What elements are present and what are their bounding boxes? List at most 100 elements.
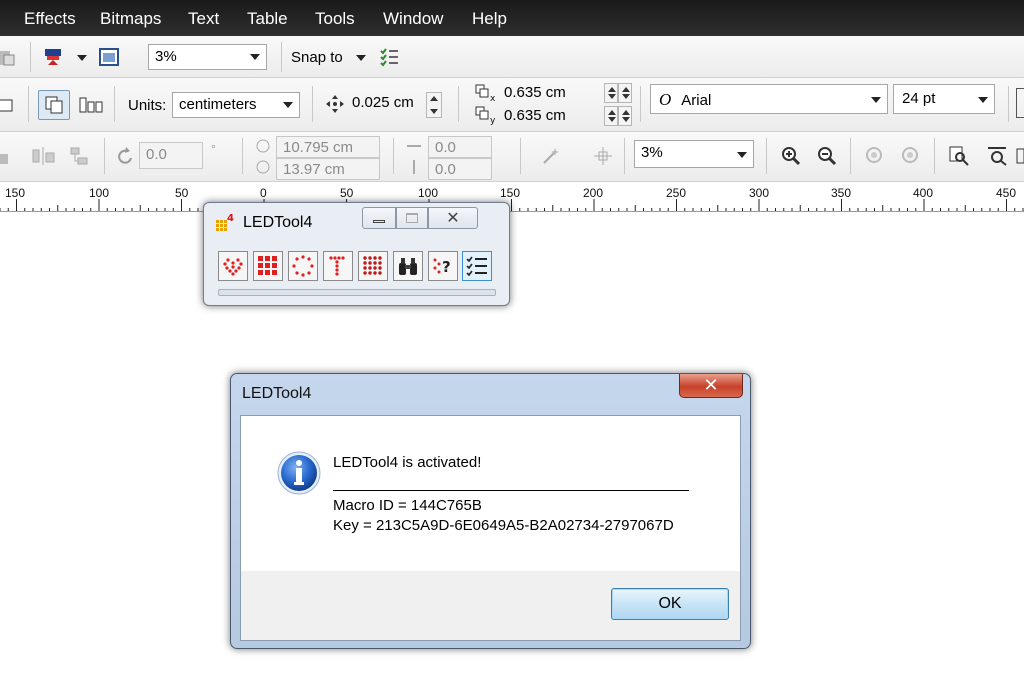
all-pages-button[interactable] xyxy=(38,90,70,120)
separator xyxy=(114,86,115,122)
zoom-selected-icon xyxy=(866,147,882,163)
led-help-button[interactable]: ? xyxy=(428,251,458,281)
export-icon[interactable] xyxy=(42,46,64,68)
skew-vertical-field[interactable]: 0.0 xyxy=(428,158,492,180)
zoom-height-icon-partial[interactable] xyxy=(1016,145,1024,167)
zoom-all-icon xyxy=(902,147,918,163)
ledtool-toolbar-window: 4 LEDTool4 ✕ ? xyxy=(203,202,510,306)
object-height-value: 13.97 cm xyxy=(283,161,345,178)
duplicate-x-icon: x xyxy=(475,84,496,103)
dialog-message-area: LEDTool4 is activated! Macro ID = 144C76… xyxy=(241,416,740,571)
ruler-label: 50 xyxy=(340,186,354,200)
menu-text[interactable]: Text xyxy=(188,9,219,29)
page-orientation-icon[interactable] xyxy=(0,94,16,116)
export-dropdown-icon[interactable] xyxy=(76,54,88,62)
separator xyxy=(850,138,851,174)
led-fill-button[interactable] xyxy=(358,251,388,281)
menu-tools[interactable]: Tools xyxy=(315,9,355,29)
separator xyxy=(934,138,935,174)
zoom-width-icon[interactable] xyxy=(986,145,1008,167)
zoom-page-icon[interactable] xyxy=(948,145,970,167)
duplicate-y-spinner[interactable] xyxy=(604,106,618,126)
nudge-distance-field[interactable]: 0.025 cm xyxy=(346,91,424,117)
duplicate-x-field[interactable]: 0.635 cm xyxy=(498,82,602,105)
activation-key-text: Key = 213C5A9D-6E0649A5-B2A02734-2797067… xyxy=(333,517,674,534)
menu-effects[interactable]: Effects xyxy=(24,9,76,29)
snap-dropdown-icon[interactable] xyxy=(355,54,367,62)
ok-button[interactable]: OK xyxy=(611,588,729,620)
skew-vertical-icon xyxy=(413,160,415,174)
led-grid-button[interactable] xyxy=(253,251,283,281)
separator xyxy=(104,138,105,174)
rotation-icon xyxy=(118,147,132,164)
separator xyxy=(28,86,29,122)
zoom-in-icon[interactable] xyxy=(780,145,802,167)
zoom-out-icon[interactable] xyxy=(816,145,838,167)
skew-horizontal-field[interactable]: 0.0 xyxy=(428,136,492,158)
snap-to-button[interactable]: Snap to xyxy=(291,49,343,66)
font-size-select[interactable]: 24 pt xyxy=(893,84,995,114)
maximize-button[interactable] xyxy=(396,207,428,229)
information-icon xyxy=(277,451,321,495)
duplicate-x-spinner[interactable] xyxy=(604,83,618,103)
menu-bar: Effects Bitmaps Text Table Tools Window … xyxy=(0,0,1024,36)
separator xyxy=(393,138,394,174)
ruler-label: 100 xyxy=(418,186,439,200)
ruler-label: 400 xyxy=(913,186,934,200)
object-height-field[interactable]: 13.97 cm xyxy=(276,158,380,180)
dialog-close-button[interactable]: ✕ xyxy=(679,374,743,398)
bold-button-partial[interactable] xyxy=(1016,88,1024,118)
all-pages-icon xyxy=(45,96,63,114)
font-list-select[interactable]: O Arial xyxy=(650,84,888,114)
position-crosshair-icon xyxy=(594,147,612,165)
duplicate-y-field[interactable]: 0.635 cm xyxy=(498,105,602,128)
transform-toolbar: 0.0 ° 10.795 cm 13.97 cm 0.0 0.0 3% xyxy=(0,132,1024,182)
ruler-label: 100 xyxy=(89,186,110,200)
ledtool-close-button[interactable]: ✕ xyxy=(428,207,478,229)
nudge-distance-value: 0.025 cm xyxy=(352,94,414,111)
ruler-label: 0 xyxy=(260,186,267,200)
led-settings-button[interactable] xyxy=(462,251,492,281)
led-heart-icon xyxy=(223,258,243,276)
rotation-angle-field[interactable]: 0.0 xyxy=(139,142,203,169)
separator xyxy=(312,86,313,122)
led-heart-button[interactable] xyxy=(218,251,248,281)
menu-bitmaps[interactable]: Bitmaps xyxy=(100,9,161,29)
menu-table[interactable]: Table xyxy=(247,9,288,29)
font-size-value: 24 pt xyxy=(902,90,936,107)
menu-help[interactable]: Help xyxy=(472,9,507,29)
separator xyxy=(640,86,641,122)
ruler-label: 150 xyxy=(5,186,26,200)
property-bar: Units: centimeters 0.025 cm x 0.635 cm y… xyxy=(0,78,1024,132)
ruler-label: 50 xyxy=(175,186,189,200)
dialog-body: LEDTool4 is activated! Macro ID = 144C76… xyxy=(240,415,741,641)
align-distribute-icon xyxy=(32,147,55,165)
current-page-icon[interactable] xyxy=(78,94,104,116)
menu-window[interactable]: Window xyxy=(383,9,443,29)
units-select[interactable]: centimeters xyxy=(172,92,300,118)
object-width-field[interactable]: 10.795 cm xyxy=(276,136,380,158)
ruler-label: 150 xyxy=(500,186,521,200)
options-checklist-icon[interactable] xyxy=(378,46,400,68)
minimize-button[interactable] xyxy=(362,207,396,229)
duplicate-x-spinner-up[interactable] xyxy=(618,83,632,103)
duplicate-y-spinner-up[interactable] xyxy=(618,106,632,126)
rotation-angle-value: 0.0 xyxy=(146,146,167,163)
led-circle-button[interactable] xyxy=(288,251,318,281)
led-help-icon: ? xyxy=(433,258,451,276)
horizontal-ruler[interactable]: 150 100 50 0 50 100 150 200 250 300 350 … xyxy=(0,182,1024,212)
nudge-spinner[interactable] xyxy=(426,92,442,118)
ledtool-app-icon: 4 xyxy=(216,213,234,231)
zoom-level-select[interactable]: 3% xyxy=(148,44,267,70)
ruler-label: 450 xyxy=(996,186,1017,200)
opentype-font-icon: O xyxy=(659,90,672,109)
application-launcher-icon[interactable] xyxy=(98,46,120,68)
zoom-level-select-2[interactable]: 3% xyxy=(634,140,754,168)
led-text-button[interactable] xyxy=(323,251,353,281)
separator xyxy=(281,42,282,72)
led-find-button[interactable] xyxy=(393,251,423,281)
paste-icon[interactable] xyxy=(0,46,18,68)
separator xyxy=(458,86,459,122)
svg-text:?: ? xyxy=(442,258,451,276)
ruler-label: 200 xyxy=(583,186,604,200)
